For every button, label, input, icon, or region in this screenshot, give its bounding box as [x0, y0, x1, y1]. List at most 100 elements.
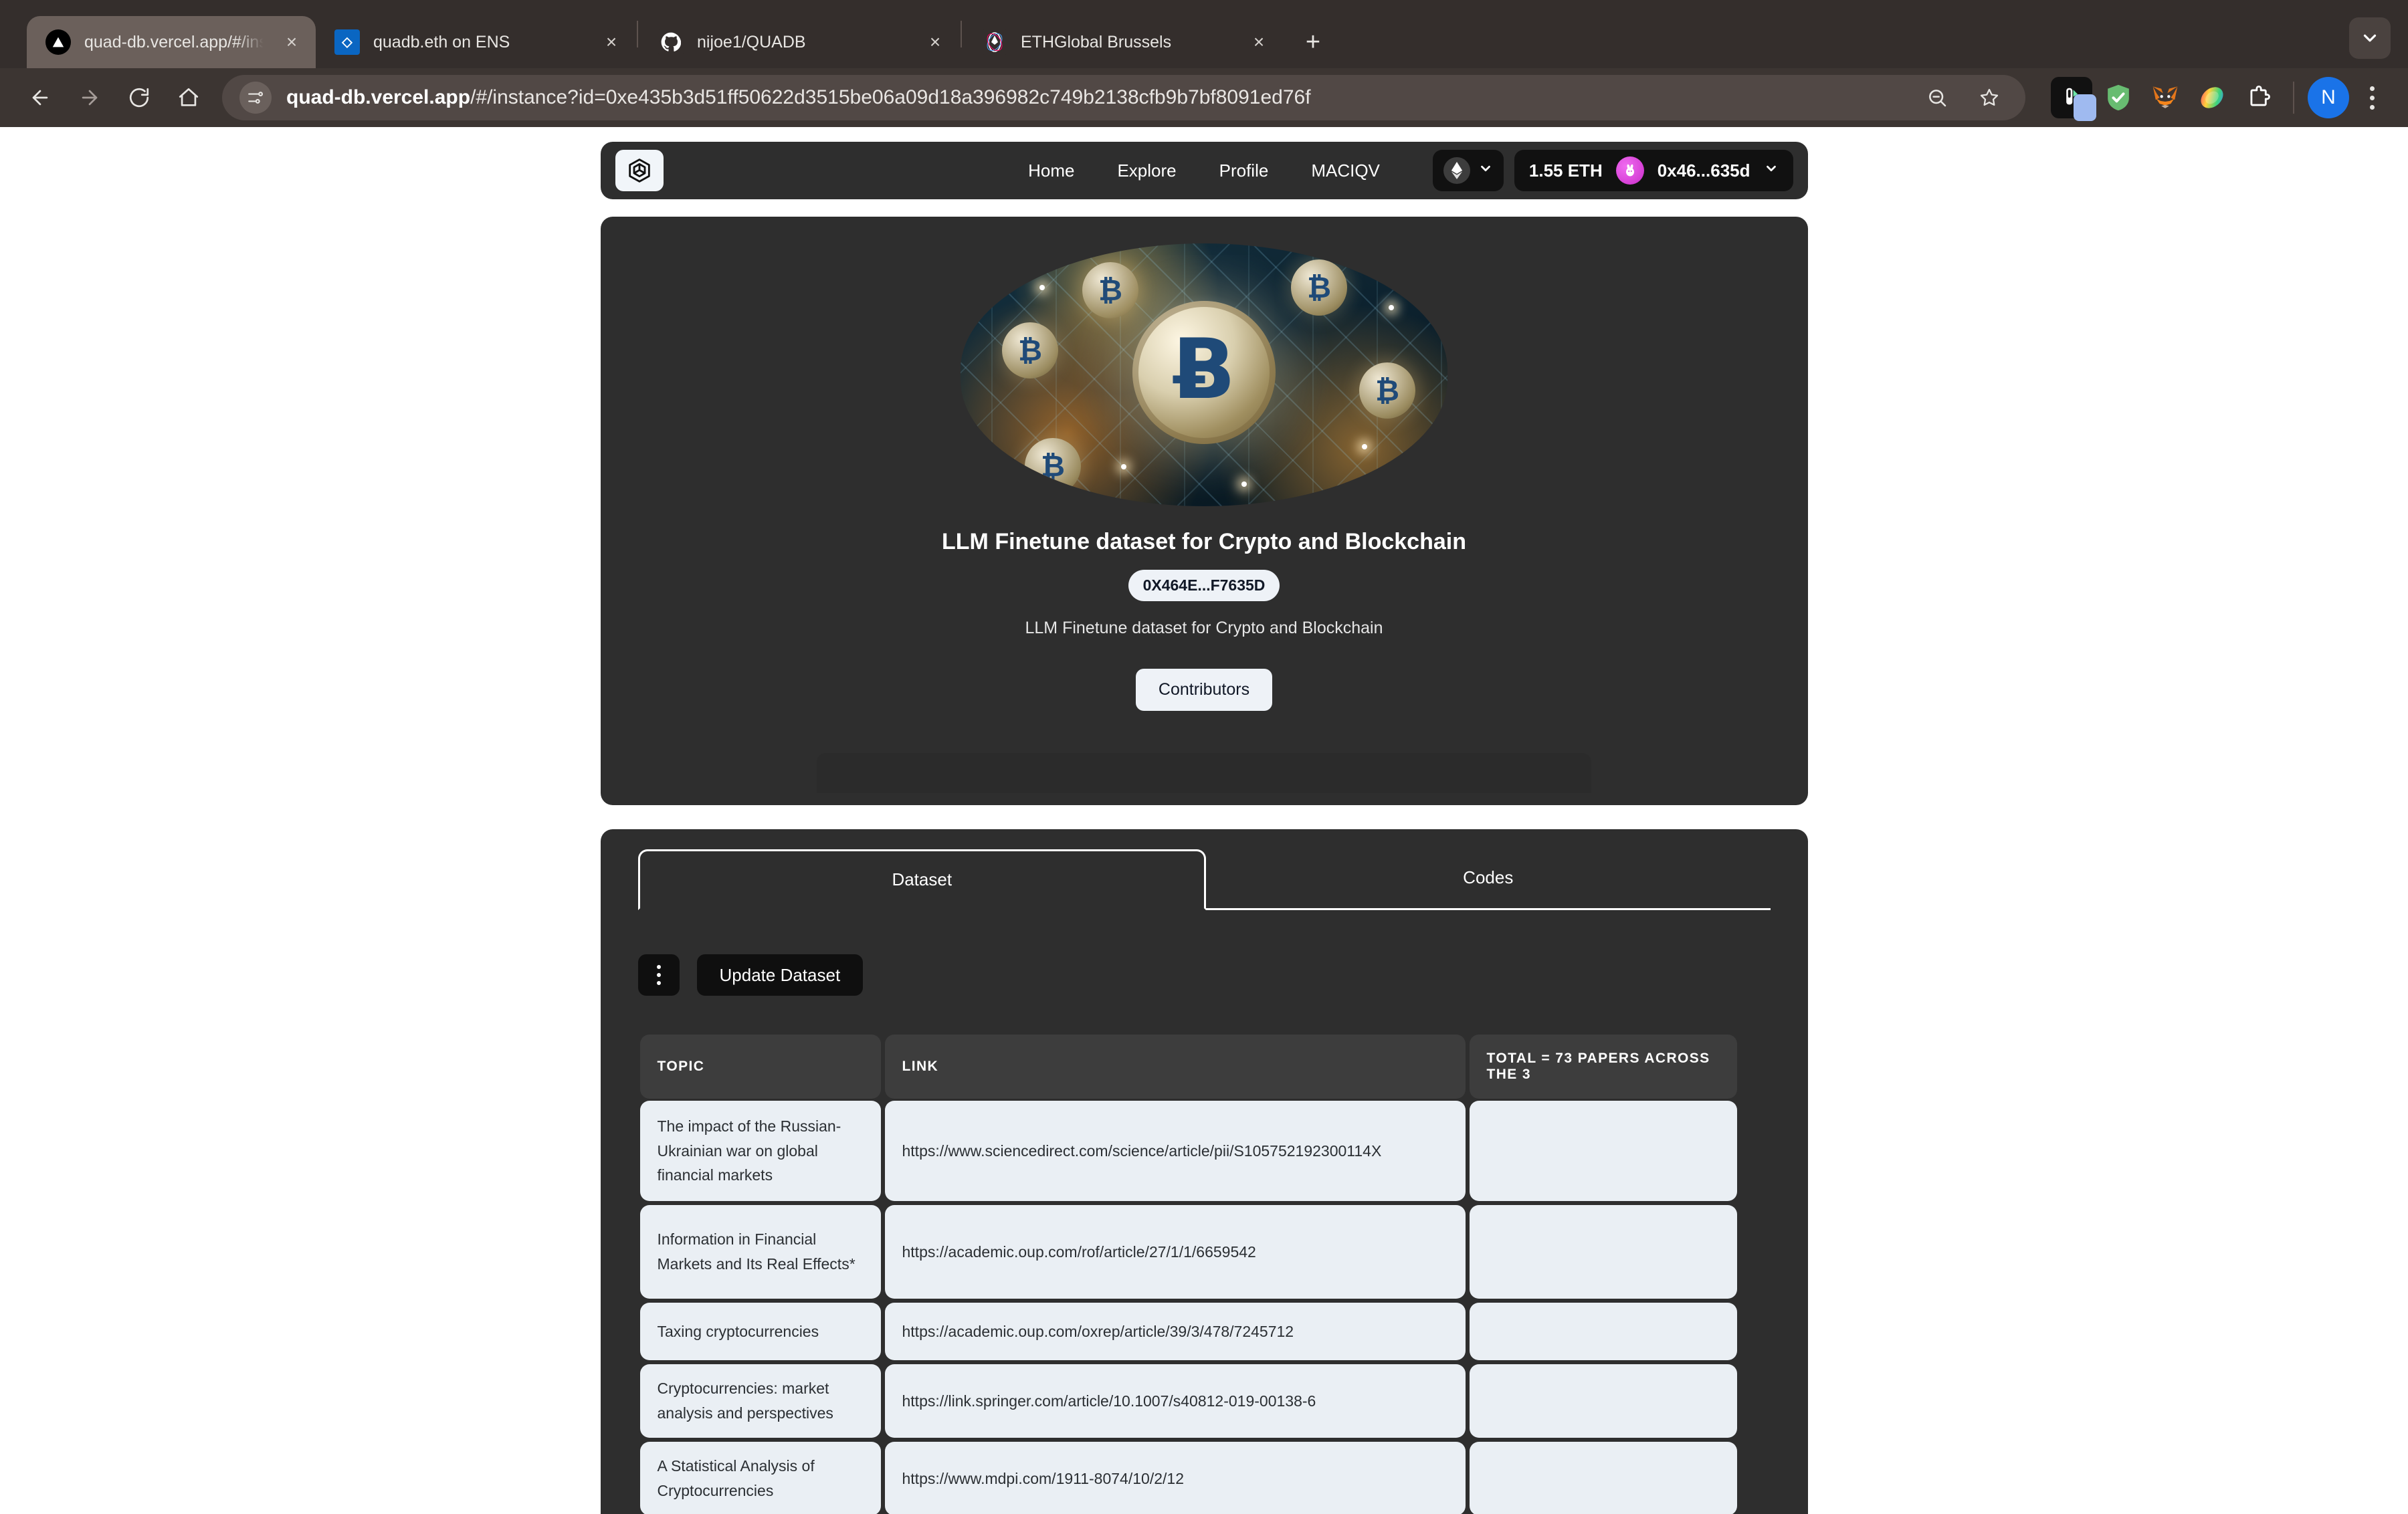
page-viewport: Home Explore Profile MACIQV 1.55 ETH 0x4… [0, 127, 2408, 1514]
table-row[interactable]: Taxing cryptocurrencies https://academic… [638, 1301, 1737, 1362]
github-icon [658, 29, 684, 55]
wallet-address: 0x46...635d [1657, 160, 1750, 181]
cell-topic: Cryptocurrencies: market analysis and pe… [639, 1364, 881, 1438]
nav-item-maciqv[interactable]: MACIQV [1290, 160, 1401, 181]
browser-tab-3[interactable]: ETHGlobal Brussels × [963, 16, 1283, 68]
hero-spark [1362, 444, 1367, 449]
page-title: LLM Finetune dataset for Crypto and Bloc… [942, 529, 1466, 554]
notion-web-clipper-icon[interactable] [2051, 77, 2096, 121]
contributors-button[interactable]: Contributors [1135, 669, 1273, 711]
cell-total [1469, 1205, 1737, 1299]
tab-strip: quad-db.vercel.app/#/instanc × ◇ quadb.e… [0, 0, 2408, 68]
profile-avatar[interactable]: N [2308, 77, 2349, 118]
cell-total [1469, 1101, 1737, 1201]
cell-total [1469, 1303, 1737, 1360]
kebab-menu-icon[interactable] [2353, 86, 2391, 110]
metamask-icon[interactable] [2144, 77, 2186, 118]
hero-coin-small: ₿ [1359, 362, 1415, 419]
cell-link[interactable]: https://academic.oup.com/rof/article/27/… [884, 1205, 1466, 1299]
instance-description: LLM Finetune dataset for Crypto and Bloc… [1025, 619, 1383, 637]
dataset-panel: Dataset Codes Update Dataset TOPIC LINK … [600, 829, 1808, 1514]
browser-tab-title: quadb.eth on ENS [373, 32, 510, 51]
cell-total [1469, 1442, 1737, 1514]
close-icon[interactable]: × [920, 27, 950, 57]
close-icon[interactable]: × [1244, 27, 1274, 57]
reload-icon[interactable] [116, 75, 162, 120]
nav-item-profile[interactable]: Profile [1198, 160, 1290, 181]
panel-tabs: Dataset Codes [637, 849, 1771, 910]
app-header-right: 1.55 ETH 0x46...635d [1432, 150, 1793, 191]
vertical-dots-icon[interactable] [637, 954, 680, 996]
cell-topic: Taxing cryptocurrencies [639, 1303, 881, 1360]
extension-icons [2041, 77, 2280, 121]
rabby-wallet-icon[interactable] [2191, 77, 2233, 118]
address-bar[interactable]: quad-db.vercel.app/#/instance?id=0xe435b… [222, 75, 2025, 120]
column-header-total[interactable]: TOTAL = 73 PAPERS ACROSS THE 3 [1469, 1035, 1737, 1099]
status-badge[interactable]: 0X464E...F7635D [1128, 570, 1280, 601]
tab-codes[interactable]: Codes [1206, 849, 1771, 908]
extensions-puzzle-icon[interactable] [2238, 77, 2280, 118]
browser-tab-1[interactable]: ◇ quadb.eth on ENS × [316, 16, 635, 68]
cell-total [1469, 1364, 1737, 1438]
adguard-icon[interactable] [2098, 77, 2139, 118]
star-icon[interactable] [1967, 75, 2012, 120]
hero-coin-small: ₿ [1025, 438, 1081, 494]
hero-bitcoin-coin: Ƀ [1132, 300, 1276, 444]
rabby-avatar-icon [1615, 156, 1644, 185]
arrow-right-icon[interactable] [67, 75, 112, 120]
browser-tab-title: ETHGlobal Brussels [1021, 32, 1172, 51]
cell-link[interactable]: https://www.mdpi.com/1911-8074/10/2/12 [884, 1442, 1466, 1514]
table-header-row: TOPIC LINK TOTAL = 73 PAPERS ACROSS THE … [638, 1035, 1737, 1099]
table-row[interactable]: The impact of the Russian-Ukrainian war … [638, 1099, 1737, 1203]
browser-tab-0[interactable]: quad-db.vercel.app/#/instanc × [27, 16, 316, 68]
table-row[interactable]: Information in Financial Markets and Its… [638, 1203, 1737, 1301]
tune-icon[interactable] [239, 82, 272, 114]
cube-logo-icon[interactable] [615, 150, 664, 191]
column-header-link[interactable]: LINK [884, 1035, 1466, 1099]
blockchain-bitcoin-illustration: ₿ ₿ ₿ ₿ ₿ Ƀ [961, 243, 1447, 506]
cell-topic: Information in Financial Markets and Its… [639, 1205, 881, 1299]
new-tab-button[interactable]: + [1292, 21, 1334, 63]
wallet-balance: 1.55 ETH [1528, 160, 1603, 181]
url-host: quad-db.vercel.app [286, 86, 471, 108]
hero-spark [1039, 285, 1045, 290]
browser-chrome: quad-db.vercel.app/#/instanc × ◇ quadb.e… [0, 0, 2408, 127]
close-icon[interactable]: × [277, 27, 306, 57]
address-bar-text: quad-db.vercel.app/#/instance?id=0xe435b… [286, 86, 1900, 109]
ens-icon: ◇ [334, 29, 360, 55]
arrow-left-icon[interactable] [17, 75, 63, 120]
cell-link[interactable]: https://www.sciencedirect.com/science/ar… [884, 1101, 1466, 1201]
table-row[interactable]: A Statistical Analysis of Cryptocurrenci… [638, 1440, 1737, 1514]
bitcoin-icon: Ƀ [1172, 321, 1236, 418]
cell-topic: The impact of the Russian-Ukrainian war … [639, 1101, 881, 1201]
wallet-button[interactable]: 1.55 ETH 0x46...635d [1514, 150, 1793, 191]
address-bar-actions [1914, 75, 2012, 120]
zoom-out-icon[interactable] [1914, 75, 1960, 120]
page-shell: Home Explore Profile MACIQV 1.55 ETH 0x4… [600, 127, 1808, 1514]
cell-link[interactable]: https://link.springer.com/article/10.100… [884, 1364, 1466, 1438]
app-header: Home Explore Profile MACIQV 1.55 ETH 0x4… [600, 142, 1808, 199]
hero-spark [1241, 481, 1247, 487]
dataset-table: TOPIC LINK TOTAL = 73 PAPERS ACROSS THE … [638, 1035, 1737, 1514]
hero-spark [1121, 464, 1126, 469]
ethereum-icon [1443, 157, 1470, 184]
chain-selector-button[interactable] [1432, 150, 1504, 191]
column-header-topic[interactable]: TOPIC [639, 1035, 881, 1099]
nav-item-explore[interactable]: Explore [1096, 160, 1197, 181]
browser-toolbar: quad-db.vercel.app/#/instance?id=0xe435b… [0, 68, 2408, 127]
update-dataset-button[interactable]: Update Dataset [696, 954, 864, 996]
chevron-down-icon [1764, 161, 1779, 180]
cell-topic: A Statistical Analysis of Cryptocurrenci… [639, 1442, 881, 1514]
cell-link[interactable]: https://academic.oup.com/oxrep/article/3… [884, 1303, 1466, 1360]
close-icon[interactable]: × [597, 27, 626, 57]
nav-item-home[interactable]: Home [1007, 160, 1096, 181]
home-icon[interactable] [166, 75, 211, 120]
tab-dataset[interactable]: Dataset [637, 849, 1206, 910]
table-row[interactable]: Cryptocurrencies: market analysis and pe… [638, 1362, 1737, 1440]
hero-coin-small: ₿ [1002, 322, 1058, 378]
browser-tab-2[interactable]: nijoe1/QUADB × [639, 16, 959, 68]
hero-coin-small: ₿ [1082, 262, 1138, 318]
hero-bottom-strip [817, 753, 1591, 793]
chevron-down-icon[interactable] [2349, 17, 2391, 59]
vercel-icon [45, 29, 71, 55]
